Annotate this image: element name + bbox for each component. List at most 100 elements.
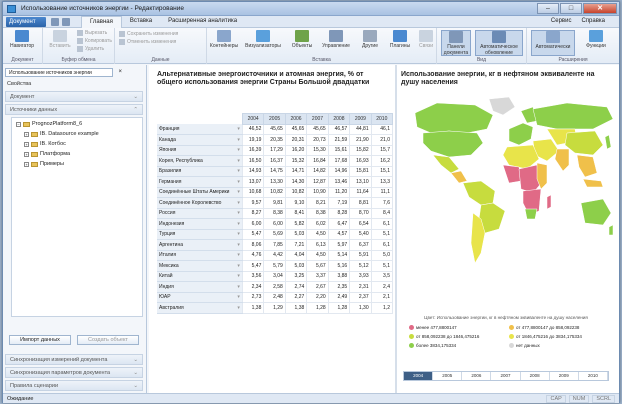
table-cell[interactable]: 6,00 [263,218,286,230]
table-cell[interactable]: 8,38 [306,207,329,219]
table-cell[interactable]: 5,0 [370,249,394,261]
table-cell[interactable]: 15,32 [284,155,308,167]
timeline-year[interactable]: 2009 [550,372,579,380]
table-cell[interactable]: 6,47 [327,218,351,230]
table-cell[interactable]: 14,93 [241,165,265,177]
table-cell[interactable]: 4,50 [306,249,329,261]
save-icon[interactable] [51,18,59,26]
table-cell[interactable]: 4,42 [263,249,286,261]
map-region-north-africa[interactable] [502,144,540,170]
table-row[interactable]: Франция ▾ 46,52 45,65 45,65 45,65 46,57 44,81 46… [157,123,394,135]
table-cell[interactable]: 2,48 [263,291,286,303]
table-cell[interactable]: 13,3 [370,176,394,188]
map-region-india[interactable] [554,148,570,172]
table-cell[interactable]: 7,6 [370,197,394,209]
table-row[interactable]: Япония ▾ 16,39 17,29 16,20 15,30 15,61 15,82 15,… [157,144,394,156]
table-cell[interactable]: 20,31 [284,134,308,146]
table-row[interactable]: Индонезия ▾ 6,00 6,00 5,82 6,02 6,47 6,54 6,1 [157,218,394,230]
map-region-japan[interactable] [604,134,612,150]
table-cell[interactable]: 5,40 [349,228,372,240]
save-changes-button[interactable]: Сохранить изменения [119,31,178,37]
filter-icon[interactable]: ▾ [237,221,240,227]
table-cell[interactable]: 16,20 [284,144,308,156]
table-cell[interactable]: 21,0 [370,134,394,146]
year-column-header[interactable]: 2005 [263,113,286,125]
controls-button[interactable]: Управление [321,30,351,49]
table-cell[interactable]: 2,35 [327,281,351,293]
table-cell[interactable]: 5,82 [284,218,308,230]
expand-icon[interactable]: + [24,141,29,147]
table-cell[interactable]: 7,21 [284,239,308,251]
tree-node[interactable]: + IB. Datasource example [24,131,99,137]
table-cell[interactable]: 5,69 [263,228,286,240]
table-row[interactable]: Индия ▾ 2,34 2,58 2,74 2,67 2,35 2,31 2,4 [157,281,394,293]
table-row[interactable]: Турция ▾ 5,47 5,69 5,03 4,50 4,57 5,40 5,1 [157,228,394,240]
table-cell[interactable]: 2,34 [241,281,265,293]
table-cell[interactable]: 45,65 [284,123,308,135]
table-cell[interactable]: 13,46 [327,176,351,188]
table-cell[interactable]: 20,35 [263,134,286,146]
panel-splitter[interactable] [395,65,397,393]
table-row[interactable]: Италия ▾ 4,76 4,42 4,04 4,50 5,14 5,91 5,0 [157,249,394,261]
copy-button[interactable]: Копировать [77,38,112,44]
table-cell[interactable]: 8,81 [349,197,372,209]
tree-node-root[interactable]: − PrognozPlatform8_6 [16,121,82,127]
import-data-button[interactable]: Импорт данных [9,335,71,345]
table-row[interactable]: Китай ▾ 3,56 3,04 3,25 3,37 3,88 3,93 3,5 [157,270,394,282]
timeline-year[interactable]: 2005 [433,372,463,380]
table-cell[interactable]: 2,27 [284,291,308,303]
close-tab-icon[interactable]: × [118,68,122,76]
table-cell[interactable]: 2,4 [370,281,394,293]
table-cell[interactable]: 8,27 [241,207,265,219]
filter-icon[interactable]: ▾ [237,305,240,311]
filter-icon[interactable]: ▾ [237,137,240,143]
table-cell[interactable]: 16,39 [241,144,265,156]
table-cell[interactable]: 10,68 [241,186,265,198]
map-region-canada[interactable] [414,102,494,134]
table-cell[interactable]: 45,65 [306,123,329,135]
table-row[interactable]: Соединённое Королевство ▾ 9,57 9,81 9,10 8,21… [157,197,394,209]
table-cell[interactable]: 8,41 [284,207,308,219]
table-cell[interactable]: 15,1 [370,165,394,177]
table-cell[interactable]: 15,81 [349,165,372,177]
map-visualizer[interactable]: Использование энергии, кг в нефтяном экв… [397,67,615,393]
filter-icon[interactable]: ▾ [237,294,240,300]
timeline-year[interactable]: 2004 [404,372,434,380]
tab-advanced-analytics[interactable]: Расширенная аналитика [160,16,245,28]
table-cell[interactable]: 16,84 [306,155,329,167]
table-cell[interactable]: 2,31 [349,281,372,293]
filter-icon[interactable]: ▾ [237,147,240,153]
timeline-year[interactable]: 2008 [521,372,550,380]
table-cell[interactable]: 46,1 [370,123,394,135]
filter-icon[interactable]: ▾ [237,284,240,290]
table-cell[interactable]: 14,75 [263,165,286,177]
table-cell[interactable]: 1,2 [370,302,394,314]
table-cell[interactable]: 10,82 [263,186,286,198]
table-cell[interactable]: 2,67 [306,281,329,293]
calc-mode-button[interactable]: Автоматически [531,30,575,56]
table-cell[interactable]: 8,28 [327,207,351,219]
map-region-usa[interactable] [422,130,484,158]
map-region-indonesia[interactable] [582,178,604,188]
timeline-year[interactable]: 2007 [491,372,521,380]
map-region-china[interactable] [564,130,604,156]
delete-button[interactable]: Удалить [77,46,104,52]
expand-icon[interactable]: + [24,131,29,137]
expand-icon[interactable]: + [24,151,29,157]
maximize-button[interactable]: □ [560,3,582,14]
table-cell[interactable]: 8,38 [263,207,286,219]
document-tab[interactable]: Использование источников энергии × [5,68,122,77]
paste-button[interactable]: Вставить [45,30,75,49]
year-column-header[interactable]: 2007 [306,113,329,125]
table-cell[interactable]: 5,97 [327,239,351,251]
map-region-europe-west[interactable] [508,122,534,146]
table-cell[interactable]: 6,37 [349,239,372,251]
filter-icon[interactable]: ▾ [237,273,240,279]
table-cell[interactable]: 5,03 [284,260,308,272]
table-cell[interactable]: 10,90 [306,186,329,198]
close-button[interactable]: ✕ [583,3,617,14]
table-cell[interactable]: 8,21 [306,197,329,209]
table-cell[interactable]: 1,38 [284,302,308,314]
filter-icon[interactable]: ▾ [237,252,240,258]
table-cell[interactable]: 8,4 [370,207,394,219]
